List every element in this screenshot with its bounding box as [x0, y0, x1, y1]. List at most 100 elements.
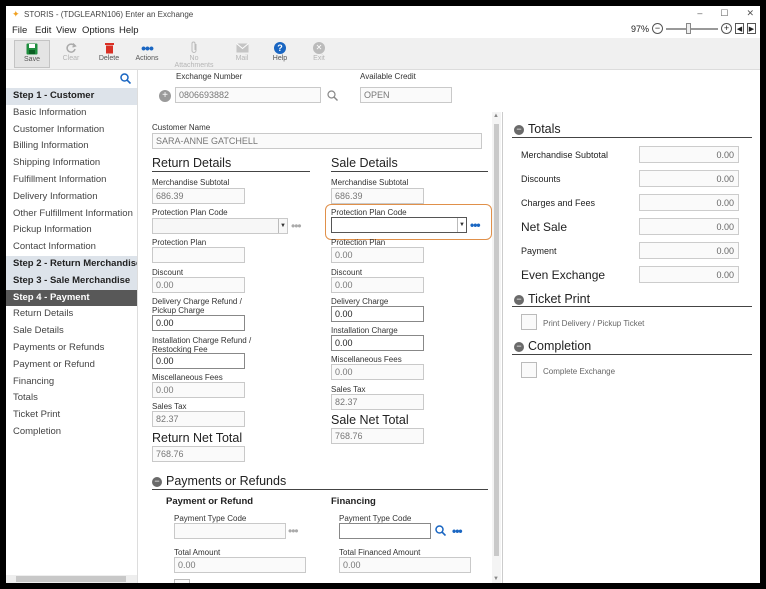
- sidebar-item[interactable]: Billing Information: [6, 138, 137, 155]
- exchange-header: Exchange Number + 0806693882 Available C…: [138, 70, 760, 112]
- sidebar-item[interactable]: Pickup Information: [6, 222, 137, 239]
- help-button[interactable]: ? Help: [262, 40, 298, 68]
- menu-options[interactable]: Options: [82, 25, 115, 36]
- partial-checkbox[interactable]: [174, 579, 190, 583]
- totals-row-value: 0.00: [639, 266, 739, 283]
- return-pp-label: Protection Plan: [152, 238, 207, 247]
- search-icon[interactable]: [327, 90, 338, 101]
- storis-logo-icon: ✦: [12, 9, 20, 19]
- save-label: Save: [24, 56, 40, 63]
- sidebar-step[interactable]: Step 2 - Return Merchandise: [6, 255, 137, 273]
- menu-help[interactable]: Help: [119, 25, 139, 36]
- attachments-button[interactable]: No Attachments: [170, 40, 218, 69]
- more-dots-icon: •••: [141, 39, 154, 56]
- divider: [331, 171, 488, 172]
- print-ticket-checkbox[interactable]: [521, 314, 537, 330]
- return-install-label: Installation Charge Refund / Restocking …: [152, 336, 252, 354]
- mail-button[interactable]: Mail: [224, 40, 260, 68]
- maximize-icon[interactable]: ☐: [720, 8, 728, 19]
- actions-button[interactable]: ••• Actions: [129, 40, 165, 68]
- toolbar: Save Clear Delete ••• Actions No Attachm…: [6, 38, 760, 70]
- scrollbar-thumb[interactable]: [16, 576, 126, 582]
- totals-title: Totals: [528, 122, 561, 136]
- sidebar-item[interactable]: Totals: [6, 390, 137, 407]
- complete-exchange-checkbox[interactable]: [521, 362, 537, 378]
- return-ppc-select[interactable]: ▼: [152, 218, 288, 234]
- trash-icon: [104, 42, 114, 53]
- zoom-slider[interactable]: [666, 22, 718, 34]
- close-icon[interactable]: ✕: [746, 8, 754, 19]
- sidebar-item[interactable]: Completion: [6, 424, 137, 441]
- return-delivery-field[interactable]: 0.00: [152, 315, 245, 331]
- minimize-icon[interactable]: –: [697, 8, 702, 19]
- sale-install-field[interactable]: 0.00: [331, 335, 424, 351]
- sidebar-item[interactable]: Payment or Refund: [6, 357, 137, 374]
- add-icon[interactable]: +: [159, 90, 171, 102]
- sidebar-item[interactable]: Financing: [6, 374, 137, 391]
- collapse-icon[interactable]: −: [514, 125, 524, 135]
- sidebar-item[interactable]: Shipping Information: [6, 155, 137, 172]
- sidebar-item[interactable]: Sale Details: [6, 323, 137, 340]
- clear-button[interactable]: Clear: [53, 40, 89, 68]
- sidebar-horizontal-scrollbar[interactable]: [6, 575, 137, 583]
- save-button[interactable]: Save: [14, 40, 50, 68]
- collapse-icon[interactable]: −: [152, 477, 162, 487]
- sidebar-item[interactable]: Contact Information: [6, 239, 137, 256]
- sidebar-item[interactable]: Delivery Information: [6, 189, 137, 206]
- payment-type-code-field: [174, 523, 286, 539]
- attachments-label: No Attachments: [174, 55, 214, 69]
- totals-row-label: Charges and Fees: [521, 198, 596, 208]
- details-vertical-scrollbar[interactable]: ▲ ▼: [492, 112, 501, 583]
- sidebar-item[interactable]: Basic Information: [6, 105, 137, 122]
- sidebar-step[interactable]: Step 4 - Payment: [6, 289, 137, 307]
- return-discount-field: 0.00: [152, 277, 245, 293]
- menu-edit[interactable]: Edit: [35, 25, 51, 36]
- return-ppc-more-icon[interactable]: •••: [291, 220, 302, 232]
- total-financed-label: Total Financed Amount: [339, 548, 421, 557]
- zoom-in-icon[interactable]: +: [721, 23, 732, 34]
- sidebar-item[interactable]: Customer Information: [6, 122, 137, 139]
- exit-button[interactable]: ✕ Exit: [301, 40, 337, 68]
- sale-delivery-field[interactable]: 0.00: [331, 306, 424, 322]
- totals-row-label: Net Sale: [521, 220, 568, 234]
- exchange-number-field[interactable]: 0806693882: [175, 87, 321, 103]
- fin-payment-type-more-icon[interactable]: •••: [452, 525, 463, 537]
- first-record-icon[interactable]: ◀: [735, 23, 744, 34]
- return-install-field[interactable]: 0.00: [152, 353, 245, 369]
- sale-ppc-more-icon[interactable]: •••: [470, 219, 481, 231]
- sidebar-item[interactable]: Other Fulfillment Information: [6, 206, 137, 223]
- scrollbar-thumb[interactable]: [494, 124, 499, 556]
- scroll-down-icon[interactable]: ▼: [493, 576, 499, 582]
- customer-name-field: SARA-ANNE GATCHELL: [152, 133, 482, 149]
- sale-ppc-select[interactable]: ▼: [331, 217, 467, 233]
- return-net-total-label: Return Net Total: [152, 431, 243, 445]
- sidebar-item[interactable]: Ticket Print: [6, 407, 137, 424]
- zoom-out-icon[interactable]: −: [652, 23, 663, 34]
- collapse-icon[interactable]: −: [514, 295, 524, 305]
- menu-file[interactable]: File: [12, 25, 27, 36]
- sale-discount-label: Discount: [331, 268, 363, 277]
- last-record-icon[interactable]: ▶: [747, 23, 756, 34]
- delete-button[interactable]: Delete: [91, 40, 127, 68]
- return-merch-subtotal-label: Merchandise Subtotal: [152, 178, 230, 187]
- search-icon[interactable]: [120, 73, 131, 84]
- sidebar-item[interactable]: Return Details: [6, 306, 137, 323]
- fin-payment-type-code-field[interactable]: [339, 523, 431, 539]
- sidebar-step[interactable]: Step 3 - Sale Merchandise: [6, 272, 137, 290]
- scroll-up-icon[interactable]: ▲: [493, 113, 499, 119]
- totals-row-label: Discounts: [521, 174, 561, 184]
- chevron-down-icon[interactable]: ▼: [278, 219, 287, 233]
- collapse-icon[interactable]: −: [514, 342, 524, 352]
- zoom-control: 97% − + ◀ ▶: [631, 22, 756, 34]
- chevron-down-icon[interactable]: ▼: [457, 218, 466, 232]
- menu-view[interactable]: View: [56, 25, 76, 36]
- zoom-slider-thumb[interactable]: [686, 22, 691, 34]
- mail-icon: [235, 42, 249, 52]
- sidebar-item[interactable]: Fulfillment Information: [6, 172, 137, 189]
- search-icon[interactable]: [435, 525, 446, 536]
- payment-refund-title: Payment or Refund: [166, 496, 254, 507]
- totals-row-label: Payment: [521, 246, 557, 256]
- payment-type-more-icon[interactable]: •••: [288, 525, 299, 537]
- sidebar-step[interactable]: Step 1 - Customer: [6, 88, 137, 105]
- sidebar-item[interactable]: Payments or Refunds: [6, 340, 137, 357]
